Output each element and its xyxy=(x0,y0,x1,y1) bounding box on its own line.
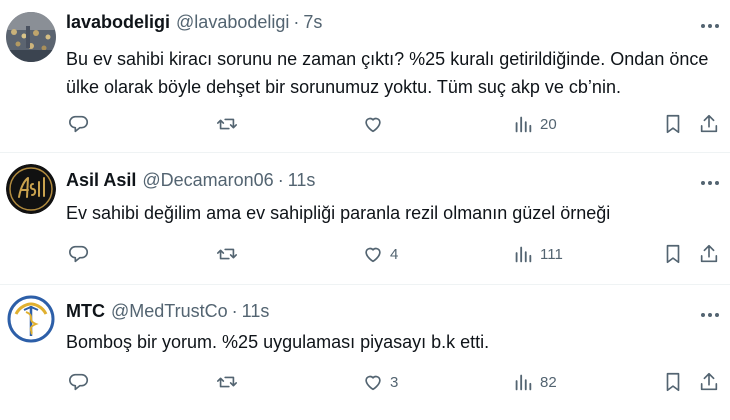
retweet-button[interactable] xyxy=(216,241,238,267)
separator-dot: · xyxy=(231,301,238,321)
retweet-icon xyxy=(216,371,238,393)
separator-dot: · xyxy=(277,170,284,190)
reply-button[interactable] xyxy=(68,241,90,267)
share-button[interactable] xyxy=(698,241,720,267)
reply-feed: lavabodeligi @lavabodeligi · 7s Bu ev sa… xyxy=(0,0,730,420)
share-icon xyxy=(698,113,720,135)
views-count: 20 xyxy=(540,115,557,133)
more-horizontal-icon[interactable] xyxy=(698,173,722,193)
action-bar: 4 111 xyxy=(0,241,730,267)
views-button[interactable]: 82 xyxy=(512,369,557,395)
share-icon xyxy=(698,371,720,393)
like-button[interactable]: 3 xyxy=(362,369,398,395)
reply-icon xyxy=(68,371,90,393)
avatar[interactable] xyxy=(6,12,56,62)
display-name[interactable]: lavabodeligi xyxy=(66,12,170,33)
bookmark-button[interactable] xyxy=(662,369,684,395)
like-count: 3 xyxy=(390,373,399,391)
reply-button[interactable] xyxy=(68,369,90,395)
separator-dot: · xyxy=(293,12,300,32)
retweet-button[interactable] xyxy=(216,369,238,395)
reply-icon xyxy=(68,113,90,135)
display-name[interactable]: Asil Asil xyxy=(66,170,136,191)
avatar[interactable] xyxy=(6,164,56,214)
user-handle[interactable]: @lavabodeligi xyxy=(176,12,289,33)
post-header: Asil Asil @Decamaron06 · 11s xyxy=(66,170,315,194)
bookmark-icon xyxy=(662,371,684,393)
post-header: MTC @MedTrustCo · 11s xyxy=(66,301,269,325)
views-count: 111 xyxy=(540,245,563,263)
bookmark-icon xyxy=(662,113,684,135)
post-text: Ev sahibi değilim ama ev sahipliği paran… xyxy=(66,203,611,223)
post-text: Bu ev sahibi kiracı sorunu ne zaman çıkt… xyxy=(66,49,709,97)
share-icon xyxy=(698,243,720,265)
timestamp[interactable]: 7s xyxy=(303,12,322,33)
post-mtc[interactable]: MTC @MedTrustCo · 11s Bomboş bir yorum. … xyxy=(0,285,730,420)
views-button[interactable]: 20 xyxy=(512,111,557,137)
post-header: lavabodeligi @lavabodeligi · 7s xyxy=(66,12,322,36)
post-text: Bomboş bir yorum. %25 uygulaması piyasay… xyxy=(66,332,490,352)
avatar[interactable] xyxy=(6,294,56,344)
heart-icon xyxy=(362,371,384,393)
post-lavabodeligi[interactable]: lavabodeligi @lavabodeligi · 7s Bu ev sa… xyxy=(0,0,730,153)
share-button[interactable] xyxy=(698,111,720,137)
display-name[interactable]: MTC xyxy=(66,301,105,322)
like-button[interactable]: 4 xyxy=(362,241,398,267)
action-bar: 20 xyxy=(0,111,730,137)
heart-icon xyxy=(362,243,384,265)
more-horizontal-icon[interactable] xyxy=(698,16,722,36)
reply-icon xyxy=(68,243,90,265)
bookmark-button[interactable] xyxy=(662,111,684,137)
bookmark-button[interactable] xyxy=(662,241,684,267)
reply-button[interactable] xyxy=(68,111,90,137)
action-bar: 3 82 xyxy=(0,369,730,395)
views-button[interactable]: 111 xyxy=(512,241,563,267)
like-button[interactable] xyxy=(362,111,390,137)
views-chart-icon xyxy=(512,113,534,135)
share-button[interactable] xyxy=(698,369,720,395)
views-count: 82 xyxy=(540,373,557,391)
timestamp[interactable]: 11s xyxy=(288,170,316,191)
like-count: 4 xyxy=(390,245,399,263)
retweet-button[interactable] xyxy=(216,111,238,137)
heart-icon xyxy=(362,113,384,135)
post-asil-asil[interactable]: Asil Asil @Decamaron06 · 11s Ev sahibi d… xyxy=(0,153,730,285)
retweet-icon xyxy=(216,113,238,135)
more-horizontal-icon[interactable] xyxy=(698,305,722,325)
bookmark-icon xyxy=(662,243,684,265)
timestamp[interactable]: 11s xyxy=(242,301,270,322)
retweet-icon xyxy=(216,243,238,265)
views-chart-icon xyxy=(512,243,534,265)
user-handle[interactable]: @MedTrustCo xyxy=(111,301,228,322)
user-handle[interactable]: @Decamaron06 xyxy=(142,170,273,191)
views-chart-icon xyxy=(512,371,534,393)
